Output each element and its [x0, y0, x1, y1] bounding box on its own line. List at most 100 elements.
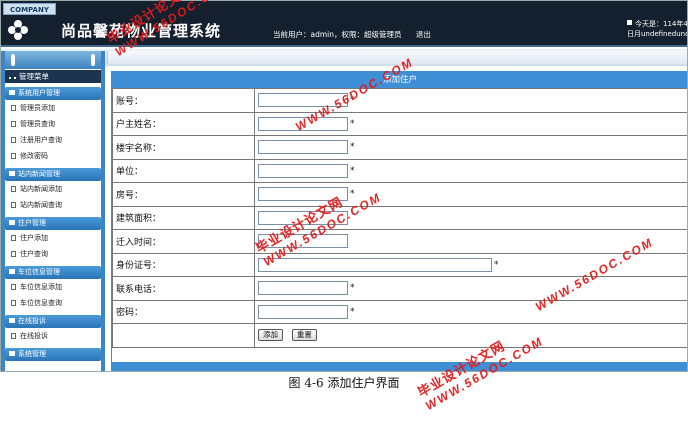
- group-icon: [9, 269, 15, 274]
- sidebar-group-news[interactable]: 站内新闻管理: [5, 168, 101, 181]
- pin-icon: [91, 54, 95, 66]
- sidebar-item-complaints[interactable]: 在线投诉: [5, 328, 101, 344]
- document-icon: [11, 235, 16, 241]
- reset-button[interactable]: 重置: [291, 329, 317, 342]
- document-icon: [11, 333, 16, 339]
- form-row: 户主姓名： *: [112, 111, 687, 136]
- current-user-label: 当前用户：admin，权限：超级管理员: [273, 30, 402, 39]
- square-bullet-icon: [627, 20, 632, 25]
- add-resident-form: 账号： * 户主姓名： * 楼宇名称： * 单位： * 房号： * 建筑面积：: [112, 88, 687, 348]
- item-label: 站内新闻添加: [20, 185, 62, 193]
- document-icon: [11, 284, 16, 290]
- item-label: 注册用户查询: [20, 136, 62, 144]
- empty-label-cell: [112, 323, 255, 348]
- panel-bottom-bar: [112, 362, 687, 371]
- menu-icon: [9, 73, 16, 79]
- pin-icon: [11, 54, 15, 66]
- group-label: 站内新闻管理: [18, 170, 60, 178]
- sidebar-item-news-add[interactable]: 站内新闻添加: [5, 181, 101, 197]
- field-label-floor-area: 建筑面积：: [112, 205, 255, 230]
- sidebar-group-residents[interactable]: 住户管理: [5, 217, 101, 230]
- form-row: 账号： *: [112, 88, 687, 113]
- document-icon: [11, 186, 16, 192]
- group-icon: [9, 318, 15, 323]
- group-label: 车位信息管理: [18, 268, 60, 276]
- required-mark: *: [350, 283, 355, 294]
- sidebar-item-admin-query[interactable]: 管理员查询: [5, 116, 101, 132]
- group-icon: [9, 171, 15, 176]
- group-label: 系统用户管理: [18, 89, 60, 97]
- figure-caption: 图 4-6 添加住户界面: [288, 376, 400, 390]
- form-row: 房号： *: [112, 182, 687, 207]
- field-label-unit: 单位：: [112, 158, 255, 183]
- sidebar: 管理菜单 系统用户管理 管理员添加 管理员查询 注册用户查询 修改密码 站内新闻…: [1, 51, 105, 371]
- group-icon: [9, 220, 15, 225]
- document-icon: [11, 300, 16, 306]
- sidebar-group-complaints[interactable]: 在线投诉: [5, 315, 101, 328]
- field-label-owner-name: 户主姓名：: [112, 111, 255, 136]
- field-label-building-name: 楼宇名称：: [112, 135, 255, 160]
- sidebar-top-bar: [5, 51, 101, 69]
- sidebar-group-system[interactable]: 系统管理: [5, 348, 101, 361]
- item-label: 住户添加: [20, 234, 48, 242]
- id-number-input[interactable]: [258, 257, 492, 272]
- group-icon: [9, 90, 15, 95]
- building-name-input[interactable]: [258, 140, 348, 155]
- document-icon: [11, 105, 16, 111]
- field-label-id-number: 身份证号：: [112, 252, 255, 277]
- field-label-move-in-date: 迁入时间：: [112, 229, 255, 254]
- document-icon: [11, 153, 16, 159]
- sidebar-item-parking-query[interactable]: 车位信息查询: [5, 295, 101, 311]
- item-label: 管理员查询: [20, 120, 55, 128]
- group-icon: [9, 351, 15, 356]
- item-label: 在线投诉: [20, 332, 48, 340]
- sidebar-group-parking[interactable]: 车位信息管理: [5, 266, 101, 279]
- form-row: 楼宇名称： *: [112, 135, 687, 160]
- date-line-1: 今天是：114年4: [635, 20, 688, 28]
- menu-title: 管理菜单: [5, 70, 101, 83]
- sidebar-item-admin-add[interactable]: 管理员添加: [5, 100, 101, 116]
- form-row: 添加 重置: [112, 323, 687, 348]
- item-label: 站内新闻查询: [20, 201, 62, 209]
- user-info: 当前用户：admin，权限：超级管理员 退出: [273, 29, 435, 40]
- group-label: 住户管理: [18, 219, 46, 227]
- field-label-room-number: 房号：: [112, 182, 255, 207]
- unit-input[interactable]: [258, 163, 348, 178]
- document-icon: [11, 137, 16, 143]
- password-input[interactable]: [258, 304, 348, 319]
- field-label-account: 账号：: [112, 88, 255, 113]
- form-row: 联系电话： *: [112, 276, 687, 301]
- form-row: 单位： *: [112, 158, 687, 183]
- field-label-password: 密码：: [112, 299, 255, 324]
- group-label: 系统管理: [18, 350, 46, 358]
- menu-title-label: 管理菜单: [19, 72, 49, 81]
- required-mark: *: [350, 306, 355, 317]
- group-label: 在线投诉: [18, 317, 46, 325]
- flower-logo-icon: [8, 20, 28, 40]
- field-cell: *: [254, 135, 687, 160]
- sidebar-item-registered-users[interactable]: 注册用户查询: [5, 132, 101, 148]
- field-cell: *: [254, 158, 687, 183]
- sidebar-item-parking-add[interactable]: 车位信息添加: [5, 279, 101, 295]
- form-row: 建筑面积：: [112, 205, 687, 230]
- item-label: 修改密码: [20, 152, 48, 160]
- sidebar-item-resident-add[interactable]: 住户添加: [5, 230, 101, 246]
- add-button[interactable]: 添加: [258, 329, 283, 342]
- phone-input[interactable]: [258, 281, 348, 296]
- item-label: 住户查询: [20, 250, 48, 258]
- document-icon: [11, 251, 16, 257]
- required-mark: *: [350, 118, 355, 129]
- form-row: 密码： *: [112, 299, 687, 324]
- field-cell: *: [254, 299, 687, 324]
- required-mark: *: [494, 259, 499, 270]
- sidebar-group-system-users[interactable]: 系统用户管理: [5, 87, 101, 100]
- item-label: 车位信息查询: [20, 299, 62, 307]
- sidebar-item-change-password[interactable]: 修改密码: [5, 148, 101, 164]
- form-row: 迁入时间：: [112, 229, 687, 254]
- document-icon: [11, 121, 16, 127]
- sidebar-item-resident-query[interactable]: 住户查询: [5, 246, 101, 262]
- button-cell: 添加 重置: [254, 323, 687, 348]
- logout-link[interactable]: 退出: [416, 30, 431, 39]
- sidebar-item-news-query[interactable]: 站内新闻查询: [5, 197, 101, 213]
- date-display: 今天是：114年4 日月undefinedunde: [627, 19, 688, 39]
